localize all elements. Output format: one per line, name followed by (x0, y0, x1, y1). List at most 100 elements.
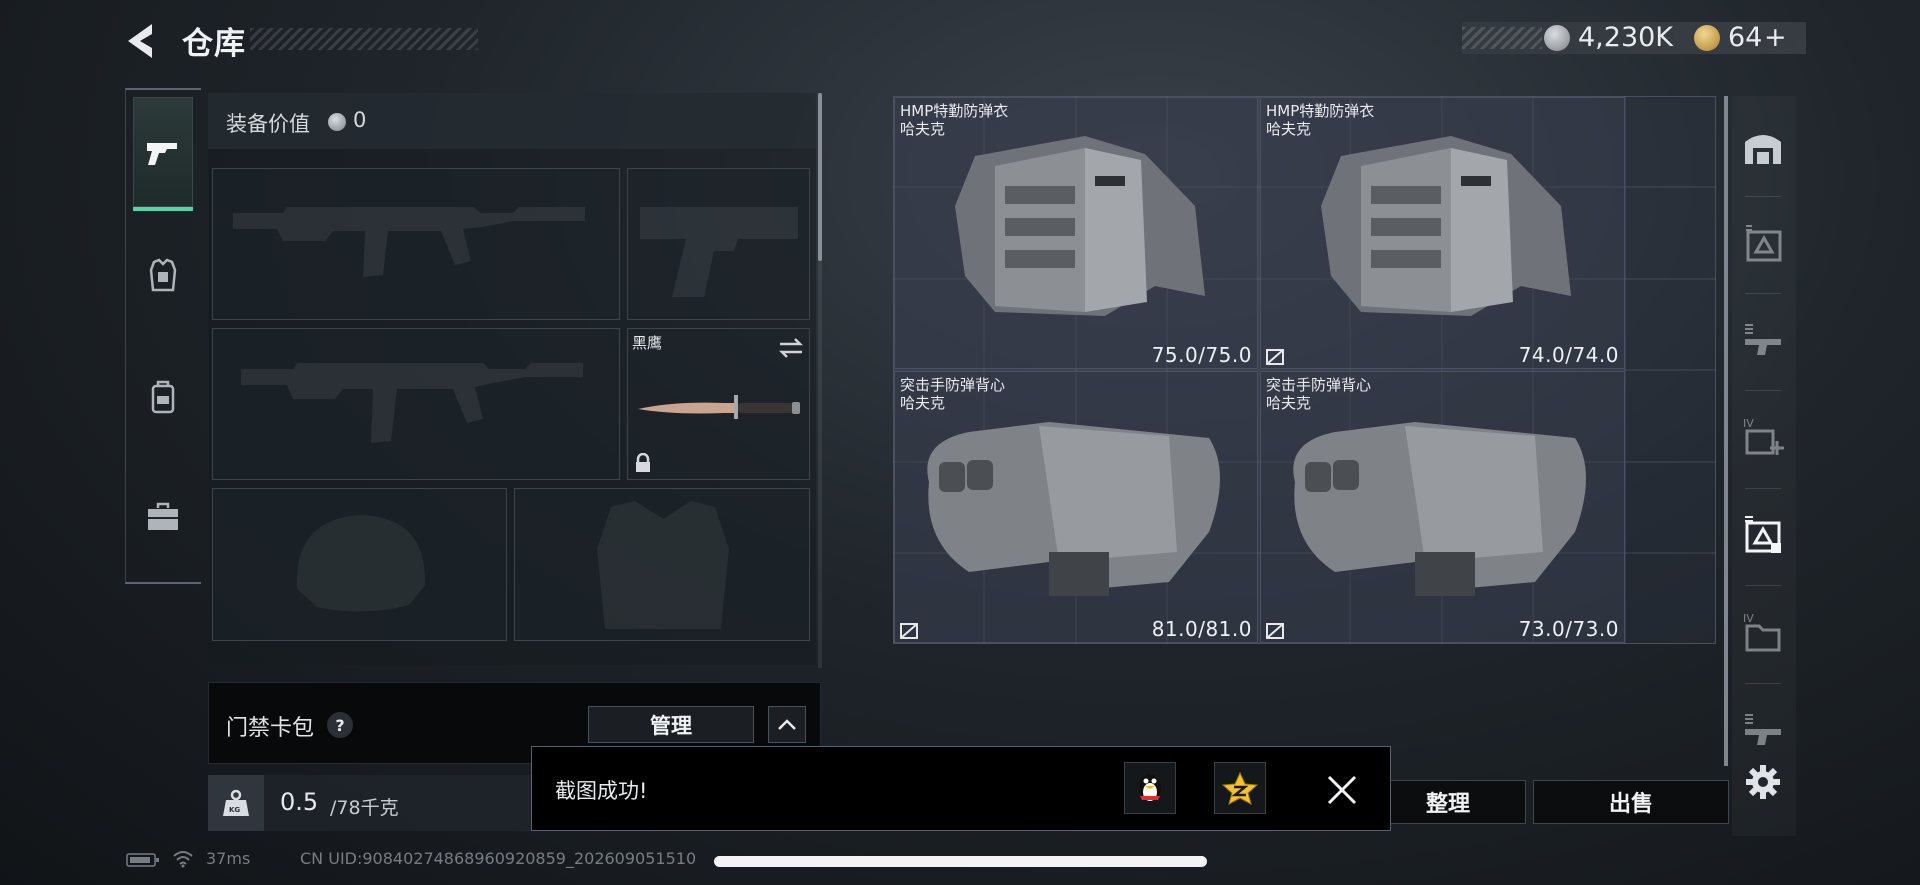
help-icon[interactable]: ? (327, 712, 353, 738)
card-pack-label: 门禁卡包 (226, 716, 315, 741)
battery-icon (126, 853, 159, 867)
weight-icon-box: KG (208, 775, 264, 831)
plate-carrier-image (1293, 422, 1586, 596)
medkit-tier-icon: IV (1743, 417, 1784, 455)
filter-weapon-tier3[interactable] (1738, 310, 1788, 368)
back-button[interactable] (120, 18, 166, 64)
melee-slot[interactable]: 黑鹰 (627, 328, 810, 480)
coin-amount: 4,230K (1578, 22, 1674, 53)
primary-weapon-slot[interactable] (212, 168, 620, 320)
weight-current: 0.5 (280, 788, 319, 816)
svg-text:IV: IV (1743, 417, 1754, 430)
marked-icon (900, 623, 918, 639)
chevron-up-icon (778, 718, 796, 730)
tab-case[interactable] (133, 462, 193, 572)
equipment-value-label: 装备价值 (226, 112, 310, 136)
pistol-icon (147, 143, 177, 165)
star-icon (1222, 771, 1258, 805)
gun-filter-icon (1745, 714, 1781, 745)
page-title: 仓库 (182, 26, 246, 62)
stash-item[interactable]: HMP特勤防弹衣 哈夫克 75.0/75.0 (894, 97, 1258, 369)
filter-medical-tier4[interactable]: IV (1738, 408, 1788, 466)
swap-icon[interactable] (778, 337, 804, 359)
equipment-scroll-thumb[interactable] (818, 93, 822, 261)
knife-icon (638, 395, 800, 419)
warehouse-icon (1745, 135, 1781, 164)
backpack-icon (151, 380, 175, 414)
filter-all[interactable] (1738, 118, 1788, 176)
home-indicator[interactable] (714, 856, 1207, 867)
ping-readout: 37ms (206, 849, 251, 868)
item-durability: 81.0/81.0 (1151, 617, 1252, 641)
toast-close-button[interactable] (1322, 770, 1362, 810)
wifi-icon (173, 851, 193, 868)
expand-button[interactable] (768, 706, 806, 743)
secondary-weapon-slot[interactable] (212, 328, 620, 480)
currency-decoration (1462, 27, 1542, 49)
stash-scroll-thumb[interactable] (1724, 96, 1728, 766)
tactical-vest-image (1321, 136, 1571, 316)
weight-max: /78千克 (330, 797, 399, 819)
sort-button[interactable]: 整理 (1370, 780, 1526, 824)
add-currency-button[interactable]: + (1764, 22, 1787, 53)
coin-icon (1544, 25, 1570, 51)
uid-readout: CN UID:9084027486896092085​9_20260905151… (300, 849, 697, 868)
filter-weapon-extra[interactable] (1738, 700, 1788, 758)
filter-separator (1745, 488, 1781, 489)
coin-icon (328, 113, 346, 131)
pistol-silhouette-icon (640, 207, 798, 297)
penguin-icon (1139, 774, 1161, 802)
settings-button[interactable] (1743, 762, 1783, 802)
filter-armor-tier2[interactable] (1738, 213, 1788, 271)
helmet-silhouette-icon (296, 515, 426, 612)
stash-item[interactable]: HMP特勤防弹衣 哈夫克 74.0/74.0 (1260, 97, 1625, 369)
marked-icon (1266, 623, 1284, 639)
gear-icon (1746, 765, 1780, 799)
item-name: HMP特勤防弹衣 (900, 102, 1009, 120)
share-qq-button[interactable] (1124, 762, 1176, 814)
filter-container-tier4[interactable]: IV (1738, 603, 1788, 661)
helmet-slot[interactable] (212, 488, 507, 641)
tab-armor[interactable] (133, 220, 193, 330)
pistol-slot[interactable] (627, 168, 810, 320)
item-name: HMP特勤防弹衣 (1266, 102, 1375, 120)
marked-icon (1266, 349, 1284, 365)
svg-text:IV: IV (1743, 612, 1754, 625)
token-icon (1694, 25, 1720, 51)
rifle-silhouette-icon (241, 363, 583, 443)
toast-message: 截图成功! (555, 779, 648, 803)
sell-button[interactable]: 出售 (1533, 780, 1729, 824)
toolbox-icon (148, 502, 178, 530)
vest-silhouette-icon (597, 501, 729, 629)
item-durability: 73.0/73.0 (1518, 617, 1619, 641)
filter-separator (1745, 196, 1781, 197)
folder-tier-icon: IV (1743, 612, 1781, 652)
rifle-tier-icon (1745, 324, 1781, 355)
filter-armor[interactable] (1738, 505, 1788, 563)
token-amount: 64 (1728, 22, 1763, 53)
stash-item[interactable]: 突击手防弹背心 哈夫克 73.0/73.0 (1260, 371, 1625, 643)
armor-tier-icon (1746, 225, 1782, 262)
back-arrow-icon (128, 24, 152, 58)
vest-icon (149, 258, 177, 292)
weight-unit: KG (229, 806, 241, 814)
rifle-silhouette-icon (233, 207, 585, 277)
plate-carrier-image (927, 422, 1220, 596)
close-icon (1327, 775, 1357, 805)
tab-backpack[interactable] (133, 342, 193, 452)
stash-item[interactable]: 突击手防弹背心 哈夫克 81.0/81.0 (894, 371, 1258, 643)
share-qzone-button[interactable] (1214, 762, 1266, 814)
item-durability: 74.0/74.0 (1518, 343, 1619, 367)
tactical-vest-image (955, 136, 1205, 316)
manage-button[interactable]: 管理 (588, 706, 754, 743)
lock-icon (636, 453, 650, 472)
item-name: 突击手防弹背心 (900, 376, 1006, 394)
filter-separator (1745, 585, 1781, 586)
armor-filter-icon (1745, 516, 1781, 553)
active-tab-indicator (133, 207, 193, 211)
title-decoration (250, 28, 478, 50)
tab-weapons[interactable] (133, 97, 193, 207)
body-armor-slot[interactable] (514, 488, 810, 641)
filter-separator (1745, 293, 1781, 294)
filter-separator (1745, 683, 1781, 684)
